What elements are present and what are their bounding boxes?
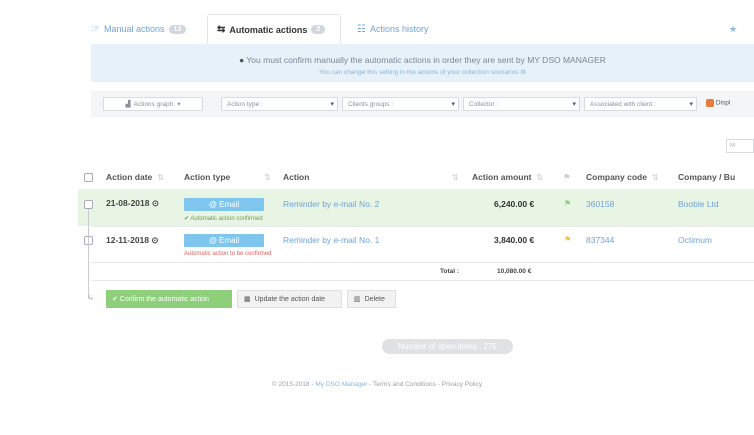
action-type-select[interactable]: Action type : ▾ xyxy=(221,97,338,111)
tab-badge: 13 xyxy=(168,24,187,34)
confirm-action-button[interactable]: ✔ Confirm the automatic action xyxy=(106,290,232,308)
total-value: 10,080.00 € xyxy=(497,268,532,275)
footer: © 2015-2018 - My DSO Manager - Terms and… xyxy=(271,381,483,388)
col-company-code[interactable]: Company code ⇅ xyxy=(586,172,659,182)
company-link[interactable]: Booble Ltd xyxy=(678,199,719,209)
action-date: 21-08-2018 ⊙ xyxy=(106,198,159,208)
banner-sub: You can change this setting in the actio… xyxy=(318,69,519,76)
tab-manual-actions[interactable]: ☞ Manual actions 13 xyxy=(91,14,187,44)
caret-down-icon: ▾ xyxy=(177,101,181,108)
action-date: 12-11-2018 ⊙ xyxy=(106,235,159,245)
selection-connector xyxy=(88,209,89,299)
tab-label: Automatic actions xyxy=(229,24,308,35)
total-label: Total : xyxy=(440,268,460,275)
col-action-date[interactable]: Action date ⇅ xyxy=(106,172,164,182)
col-company[interactable]: Company / Bu xyxy=(678,172,735,182)
hand-pointer-icon: ☞ xyxy=(91,23,100,35)
caret-down-icon: ▾ xyxy=(330,101,334,108)
associated-client-select[interactable]: Associated with client : ▾ xyxy=(584,97,697,111)
sort-icon: ⇅ xyxy=(651,173,659,182)
col-action-amount[interactable]: Action amount ⇅ xyxy=(472,172,543,182)
tab-automatic-actions[interactable]: ⇆ Automatic actions 2 xyxy=(207,14,341,44)
tab-label: Actions history xyxy=(369,24,429,34)
clock-icon: ⊙ xyxy=(151,198,159,208)
clock-icon: ⊙ xyxy=(151,235,159,245)
action-status-note: ✔ Automatic action confirmed xyxy=(184,216,263,222)
tab-actions-history[interactable]: ☷ Actions history xyxy=(357,14,429,44)
action-status-note: Automatic action to be confirmed xyxy=(184,251,272,257)
sort-icon[interactable]: ⇅ xyxy=(452,172,459,182)
update-date-button[interactable]: ▦ Update the action date xyxy=(237,290,342,308)
delete-button[interactable]: ▥ Delete xyxy=(347,290,396,308)
flag-icon: ⚑ xyxy=(563,172,571,182)
sort-icon: ⇅ xyxy=(157,173,164,182)
info-banner: ● You must confirm manually the automati… xyxy=(91,44,754,82)
sort-icon: ⇅ xyxy=(536,173,544,182)
clients-groups-select[interactable]: Clients groups : ▾ xyxy=(342,97,459,111)
bar-chart-icon: ▟ xyxy=(125,101,131,108)
filter-bar: ▟ Actions graph ▾ Action type : ▾ Client… xyxy=(91,91,754,117)
action-link[interactable]: Reminder by e-mail No. 2 xyxy=(283,199,379,209)
display-toggle[interactable]: Displ xyxy=(706,99,730,107)
caret-down-icon: ▾ xyxy=(572,101,576,108)
action-amount: 3,840.00 € xyxy=(494,235,535,245)
tab-bar: ☞ Manual actions 13 ⇆ Automatic actions … xyxy=(0,14,754,44)
divider xyxy=(91,226,754,227)
collector-select[interactable]: Collector : ▾ xyxy=(463,97,580,111)
tab-label: Manual actions xyxy=(103,24,165,34)
row-checkbox[interactable] xyxy=(84,200,93,209)
retweet-icon: ⇆ xyxy=(217,24,226,35)
tab-badge: 2 xyxy=(311,25,326,34)
flag-icon: ⚑ xyxy=(564,199,572,208)
star-icon[interactable]: ★ xyxy=(729,14,737,44)
col-action[interactable]: Action xyxy=(283,172,309,182)
email-type-button[interactable]: @ Email xyxy=(184,198,264,211)
search-input[interactable]: M xyxy=(726,139,754,153)
table-row[interactable] xyxy=(78,189,754,226)
flag-icon: ⚑ xyxy=(564,235,572,244)
company-link[interactable]: Octimum xyxy=(678,235,712,245)
footer-links[interactable]: - Terms and Conditions - Privacy Policy xyxy=(367,381,482,388)
col-action-type[interactable]: Action type ⇅ xyxy=(184,172,271,182)
arrow-right-icon: ↳ xyxy=(88,295,94,302)
divider xyxy=(91,262,754,263)
company-code-link[interactable]: 837344 xyxy=(586,235,614,245)
divider xyxy=(91,280,754,281)
list-icon: ☷ xyxy=(357,23,366,35)
info-icon: ● xyxy=(239,55,245,65)
sort-icon: ⇅ xyxy=(264,173,271,182)
action-amount: 6,240.00 € xyxy=(494,199,535,209)
brand-link[interactable]: My DSO Manager xyxy=(315,381,367,388)
email-type-button[interactable]: @ Email xyxy=(184,234,264,247)
select-all-checkbox[interactable] xyxy=(84,173,93,182)
open-items-badge: Number of open items : 275 xyxy=(382,339,513,354)
actions-graph-button[interactable]: ▟ Actions graph ▾ xyxy=(103,97,203,111)
calendar-icon: ▦ xyxy=(244,296,251,303)
settings-icon: ⚙ xyxy=(520,69,527,76)
checkbox-checked-icon xyxy=(706,99,714,107)
banner-message: You must confirm manually the automatic … xyxy=(246,55,606,65)
caret-down-icon: ▾ xyxy=(451,101,455,108)
company-code-link[interactable]: 360158 xyxy=(586,199,614,209)
action-link[interactable]: Reminder by e-mail No. 1 xyxy=(283,235,379,245)
trash-icon: ▥ xyxy=(354,296,361,303)
caret-down-icon: ▾ xyxy=(689,101,693,108)
